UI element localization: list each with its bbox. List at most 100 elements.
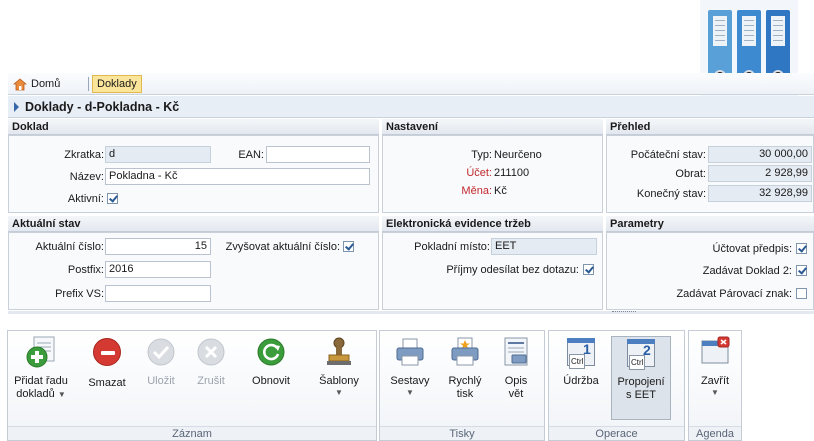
add-document-icon: [25, 336, 57, 368]
postfix-label: Postfix:: [67, 264, 104, 276]
breadcrumb-home[interactable]: Domů: [10, 75, 63, 93]
agenda-group-label: Agenda: [689, 426, 741, 440]
obrat-label: Obrat:: [675, 168, 706, 180]
zvysovat-label: Zvyšovat aktuální číslo:: [225, 241, 340, 253]
operace-group-label: Operace: [549, 426, 684, 440]
ulozit-label: Uložit: [147, 375, 175, 387]
aktivni-checkbox[interactable]: [107, 193, 118, 204]
pocatecni-label: Počáteční stav:: [630, 149, 706, 161]
cancel-icon: [195, 336, 227, 368]
expand-triangle-icon[interactable]: [14, 102, 19, 112]
mena-value: Kč: [494, 185, 507, 197]
ribbon-group-agenda: Zavřít ▼ Agenda: [688, 330, 742, 441]
opis-vet-button[interactable]: Opis vět: [492, 336, 540, 420]
sablony-label: Šablony: [319, 375, 359, 387]
sablony-button[interactable]: Šablony ▼: [310, 336, 368, 420]
uctovat-checkbox[interactable]: [796, 243, 807, 254]
typ-label: Typ:: [471, 149, 492, 161]
pridat-radu-button[interactable]: Přidat řadu dokladů ▼: [10, 336, 72, 420]
ean-label: EAN:: [238, 149, 264, 161]
aktivni-label: Aktivní:: [67, 193, 104, 205]
ribbon-group-zaznam: Přidat řadu dokladů ▼ Smazat Uložit Zruš…: [7, 330, 377, 441]
prefix-vs-label: Prefix VS:: [55, 288, 104, 300]
obrat-value: 2 928,99: [708, 165, 812, 182]
ctrl-2-key: Ctrl: [629, 355, 646, 370]
ctrl-2-icon: 2 Ctrl: [625, 337, 657, 370]
document-print-icon: [500, 336, 532, 368]
zrusit-button[interactable]: Zrušit: [186, 336, 236, 420]
zvysovat-checkbox[interactable]: [343, 241, 354, 252]
sestavy-label: Sestavy: [390, 375, 430, 387]
uctovat-label: Účtovat předpis:: [712, 243, 792, 255]
smazat-button[interactable]: Smazat: [82, 336, 132, 420]
pokladni-misto-label: Pokladní místo:: [414, 241, 490, 253]
nazev-label: Název:: [69, 171, 104, 183]
udrzba-label: Údržba: [563, 375, 599, 387]
page-title-text: Doklady - d-Pokladna - Kč: [25, 100, 180, 114]
quick-print-icon: [449, 336, 481, 368]
splitter[interactable]: [8, 311, 814, 314]
opis-label-1: Opis: [504, 375, 528, 387]
zadavat-znak-label: Zadávat Párovací znak:: [676, 288, 792, 300]
nazev-field[interactable]: Pokladna - Kč: [105, 168, 370, 185]
delete-icon: [91, 338, 123, 370]
breadcrumb-current[interactable]: Doklady: [92, 75, 142, 93]
konecny-value: 32 928,99: [708, 185, 812, 202]
opis-label-2: vět: [508, 388, 524, 400]
rychly-label-2: tisk: [456, 388, 474, 400]
parametry-header: Parametry: [606, 216, 814, 232]
mena-label: Měna:: [461, 185, 492, 197]
aktualni-cislo-label: Aktuální číslo:: [35, 241, 104, 253]
aktualni-cislo-field[interactable]: 15: [105, 238, 211, 255]
udrzba-button[interactable]: 1 Ctrl Údržba: [553, 336, 609, 420]
pocatecni-value: 30 000,00: [708, 146, 812, 163]
ean-field[interactable]: [266, 146, 370, 163]
pridat-label-1: Přidat řadu: [14, 375, 68, 387]
smazat-label: Smazat: [88, 377, 126, 389]
rychly-label-1: Rychlý: [448, 375, 482, 387]
zkratka-field[interactable]: d: [105, 146, 211, 163]
printer-icon: [394, 336, 426, 368]
pridat-label-2: dokladů: [16, 388, 55, 400]
prijmy-label: Příjmy odesílat bez dotazu:: [446, 264, 579, 276]
zavrit-label: Zavřít: [700, 375, 730, 387]
ctrl-1-icon: 1 Ctrl: [565, 336, 597, 369]
refresh-icon: [255, 336, 287, 368]
propojeni-label-2: s EET: [626, 389, 656, 401]
rychly-tisk-button[interactable]: Rychlý tisk: [440, 336, 490, 420]
postfix-field[interactable]: 2016: [105, 261, 211, 278]
pokladni-misto-field[interactable]: EET: [491, 238, 597, 255]
page-title: Doklady - d-Pokladna - Kč: [8, 96, 814, 118]
zadavat-doklad-label: Zadávat Doklad 2:: [702, 265, 792, 277]
aktualni-stav-header: Aktuální stav: [8, 216, 379, 232]
zkratka-label: Zkratka:: [64, 149, 104, 161]
ribbon-group-operace: 1 Ctrl Údržba 2 Ctrl Propojení s EET Ope…: [548, 330, 685, 441]
ucet-value: 211100: [494, 167, 530, 179]
zavrit-button[interactable]: Zavřít ▼: [691, 336, 739, 420]
typ-value: Neurčeno: [494, 149, 542, 161]
zrusit-label: Zrušit: [197, 375, 225, 387]
propojeni-label-1: Propojení: [617, 376, 665, 388]
doklad-header: Doklad: [8, 119, 379, 135]
ucet-label: Účet:: [466, 167, 492, 179]
konecny-label: Konečný stav:: [636, 188, 706, 200]
home-icon: [13, 77, 27, 90]
save-check-icon: [145, 336, 177, 368]
sestavy-button[interactable]: Sestavy ▼: [384, 336, 436, 420]
splitter-grip[interactable]: [612, 311, 636, 314]
tisky-group-label: Tisky: [380, 426, 544, 440]
prefix-vs-field[interactable]: [105, 285, 211, 302]
obnovit-button[interactable]: Obnovit: [242, 336, 300, 420]
breadcrumb-separator: [88, 77, 89, 91]
stamp-icon: [323, 336, 355, 368]
eet-header: Elektronická evidence tržeb: [382, 216, 603, 232]
breadcrumb: Domů Doklady: [8, 73, 814, 95]
ctrl-1-key: Ctrl: [569, 354, 586, 369]
propojeni-eet-button[interactable]: 2 Ctrl Propojení s EET: [611, 336, 671, 420]
ulozit-button[interactable]: Uložit: [136, 336, 186, 420]
prijmy-checkbox[interactable]: [583, 264, 594, 275]
zadavat-znak-checkbox[interactable]: [796, 288, 807, 299]
zadavat-doklad-checkbox[interactable]: [796, 265, 807, 276]
nastaveni-header: Nastavení: [382, 119, 603, 135]
close-window-icon: [699, 336, 731, 368]
